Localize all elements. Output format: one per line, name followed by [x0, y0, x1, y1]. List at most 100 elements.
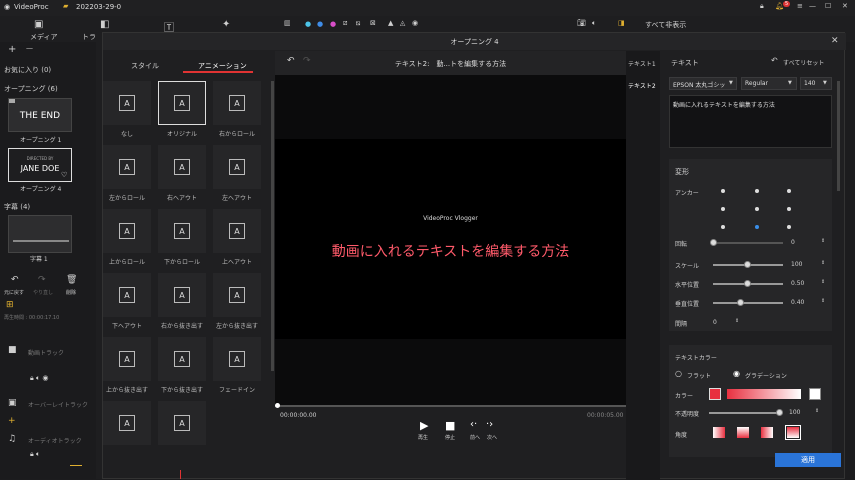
transition-icon[interactable]: ◧ — [100, 19, 109, 30]
angle-option-1[interactable] — [713, 427, 725, 438]
lock-icon[interactable]: 🔒︎ — [760, 2, 764, 11]
menu-icon[interactable]: ≡ — [797, 2, 803, 10]
font-select[interactable]: EPSON 太丸ゴシッ ▼ — [669, 77, 737, 90]
anchor-dot[interactable] — [721, 225, 725, 229]
heart-icon[interactable]: ♡ — [61, 171, 67, 179]
weight-select[interactable]: Regular ▼ — [741, 77, 797, 90]
anchor-dot[interactable] — [755, 207, 759, 211]
stepper-icon[interactable]: ⇕ — [735, 318, 739, 324]
stepper-icon[interactable]: ⇕ — [815, 408, 819, 414]
right-scrollbar[interactable] — [837, 81, 840, 191]
reset-icon[interactable]: ↶ — [771, 56, 778, 65]
animation-thumb[interactable]: A — [158, 273, 206, 317]
color-end-swatch[interactable] — [809, 388, 821, 400]
trim-icon[interactable]: ⊠ — [370, 19, 376, 27]
vpos-value[interactable]: 0.40 — [791, 299, 804, 306]
panel-toggle-icon[interactable]: ◨ — [618, 19, 625, 27]
maximize-icon[interactable]: ☐ — [825, 2, 831, 10]
add-overlay-icon[interactable]: + — [8, 416, 16, 426]
tab-style[interactable]: スタイル — [131, 61, 159, 71]
animation-thumb[interactable]: A — [103, 337, 151, 381]
split-icon[interactable]: ⧄ — [343, 19, 347, 28]
trash-icon[interactable]: 🗑︎ — [66, 275, 77, 285]
tab-tracks[interactable]: トラ — [82, 32, 96, 42]
progress-bar[interactable] — [275, 405, 626, 407]
stop-icon[interactable]: ■ — [445, 419, 455, 432]
anchor-dot[interactable] — [721, 207, 725, 211]
animation-thumb[interactable]: A — [158, 145, 206, 189]
subtitles-header[interactable]: 字幕 (4) — [4, 202, 30, 212]
animation-thumb[interactable]: A — [213, 337, 261, 381]
minimize-icon[interactable]: — — [809, 2, 816, 10]
vpos-slider[interactable] — [713, 302, 783, 304]
play-icon[interactable]: ▶ — [420, 419, 428, 432]
layer-item-2[interactable]: テキスト2 — [628, 81, 656, 90]
reset-all-button[interactable]: すべてリセット — [783, 58, 824, 67]
preview-main-text[interactable]: 動画に入れるテキストを編集する方法 — [275, 241, 626, 261]
tab-media[interactable]: メディア — [30, 32, 58, 42]
snapshot-icon[interactable]: 📷︎ — [577, 19, 586, 27]
apply-button[interactable]: 適用 — [775, 453, 841, 467]
color-dot-cyan-icon[interactable]: ● — [305, 20, 311, 28]
animation-thumb[interactable]: A — [158, 337, 206, 381]
favorites-header[interactable]: お気に入り (0) — [4, 65, 51, 75]
playhead-knob[interactable] — [275, 403, 280, 408]
animation-thumb[interactable]: A — [213, 81, 261, 125]
stepper-icon[interactable]: ⇕ — [821, 279, 825, 285]
animation-thumb-selected[interactable]: A — [158, 81, 206, 125]
stepper-icon[interactable]: ⇕ — [821, 260, 825, 266]
opacity-slider[interactable] — [709, 412, 779, 414]
animation-thumb[interactable]: A — [158, 209, 206, 253]
animation-thumb[interactable]: A — [158, 401, 206, 445]
size-select[interactable]: 140 ▼ — [800, 77, 832, 90]
animation-thumb[interactable]: A — [103, 145, 151, 189]
rotate-value[interactable]: 0 — [791, 239, 795, 246]
anchor-dot[interactable] — [721, 189, 725, 193]
undo-icon[interactable]: ↶ — [11, 275, 19, 285]
spacing-value[interactable]: 0 — [713, 319, 717, 326]
hpos-value[interactable]: 0.50 — [791, 280, 804, 287]
angle-option-4-selected[interactable] — [785, 425, 801, 440]
track-controls[interactable]: 🔒︎ 🔈︎ ◉ — [30, 374, 48, 383]
add-icon[interactable]: + — [8, 44, 16, 55]
lock-track-icon[interactable]: ▲ — [388, 19, 393, 27]
vpos-knob[interactable] — [737, 299, 744, 306]
preview-subtitle[interactable]: VideoProc Vlogger — [275, 215, 626, 222]
stepper-icon[interactable]: ⇕ — [821, 298, 825, 304]
scale-value[interactable]: 100 — [791, 261, 802, 268]
scale-knob[interactable] — [744, 261, 751, 268]
animation-thumb[interactable]: A — [103, 273, 151, 317]
tab-animation[interactable]: アニメーション — [198, 61, 247, 71]
opacity-value[interactable]: 100 — [789, 409, 800, 416]
stepper-icon[interactable]: ⇕ — [821, 238, 825, 244]
animation-thumb[interactable]: A — [213, 209, 261, 253]
animation-thumb[interactable]: A — [103, 209, 151, 253]
rotate-slider[interactable] — [713, 242, 783, 244]
next-frame-icon[interactable]: ·› — [486, 419, 493, 430]
hide-all-button[interactable]: すべて非表示 — [645, 20, 686, 30]
animation-thumb[interactable]: A — [103, 81, 151, 125]
close-icon[interactable]: ✕ — [842, 2, 848, 10]
flat-radio-icon[interactable]: ○ — [675, 369, 682, 378]
anchor-dot[interactable] — [787, 207, 791, 211]
crop-icon[interactable]: ⧅ — [356, 19, 360, 28]
anchor-dot[interactable] — [787, 189, 791, 193]
color-start-swatch[interactable] — [709, 388, 721, 400]
anchor-grid[interactable] — [717, 185, 797, 233]
opening-header[interactable]: オープニング (6) — [4, 84, 58, 94]
eye-icon[interactable]: ◉ — [412, 19, 418, 27]
hpos-knob[interactable] — [744, 280, 751, 287]
color-dot-magenta-icon[interactable]: ● — [330, 20, 336, 28]
animation-thumb[interactable]: A — [213, 145, 261, 189]
dialog-close-icon[interactable]: ✕ — [831, 36, 839, 46]
audio-bars-icon[interactable]: ▥ — [284, 19, 291, 27]
prev-frame-icon[interactable]: ‹· — [470, 419, 477, 430]
gradient-radio-icon[interactable]: ◉ — [733, 369, 740, 378]
opening-4-thumbnail[interactable]: DIRECTED BY JANE DOE ♡ — [8, 148, 72, 182]
audio-track-controls[interactable]: 🔒︎ 🔈︎ — [30, 450, 40, 459]
angle-option-3[interactable] — [761, 427, 773, 438]
color-dot-blue-icon[interactable]: ● — [317, 20, 323, 28]
collapse-icon[interactable]: — — [26, 44, 33, 52]
animation-thumb[interactable]: A — [103, 401, 151, 445]
opacity-knob[interactable] — [776, 409, 783, 416]
